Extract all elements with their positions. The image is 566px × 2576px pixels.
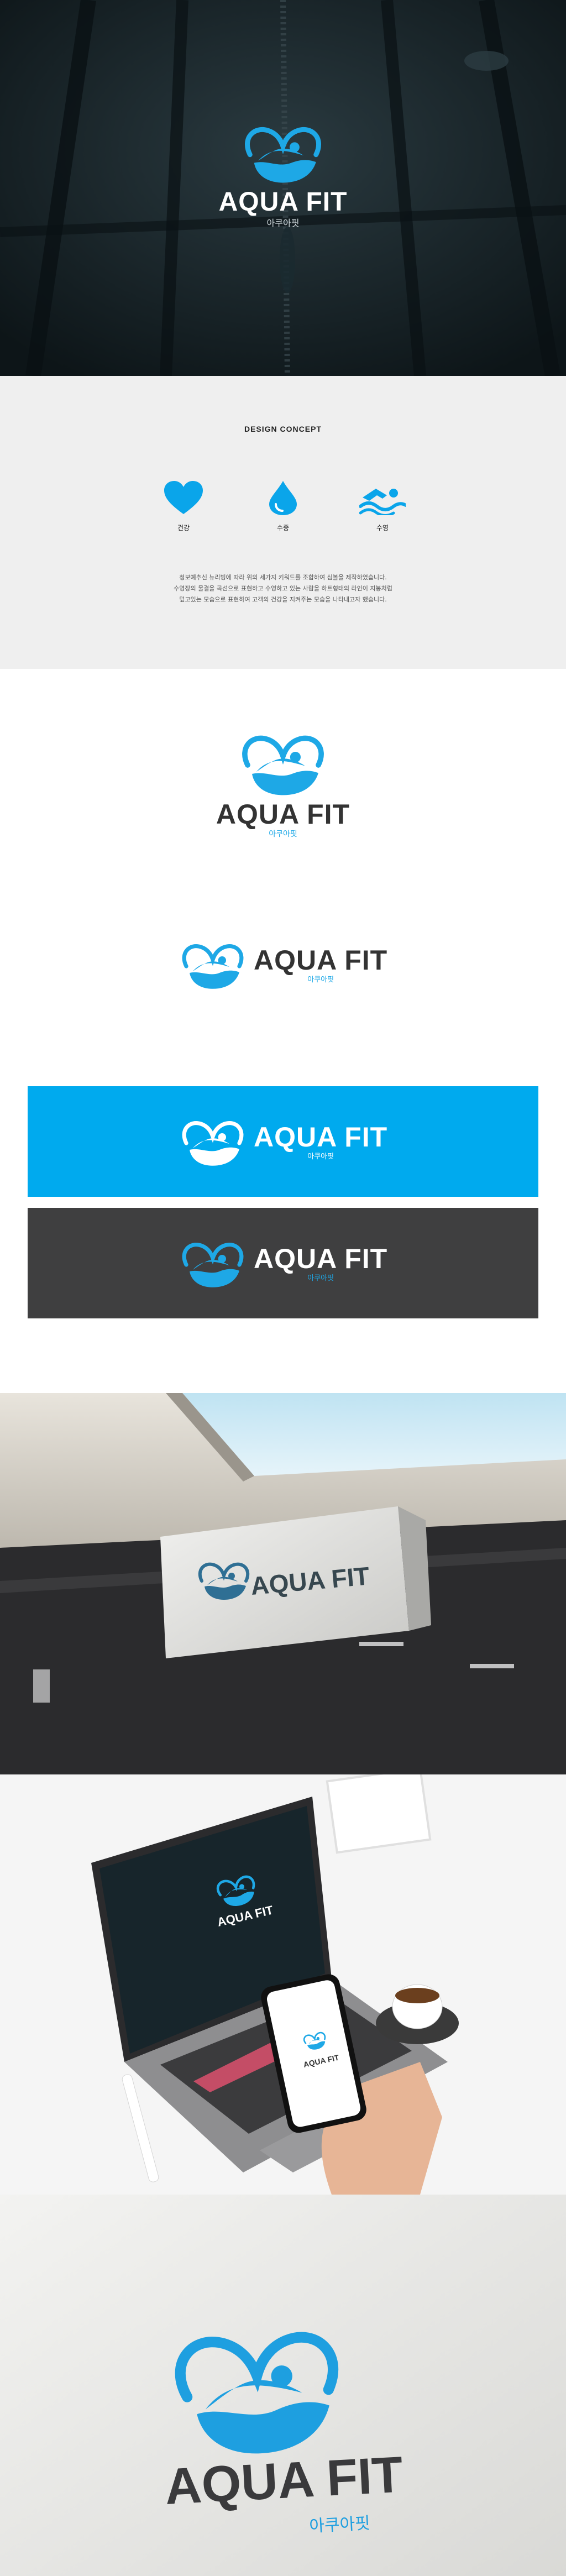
swimmer-icon (359, 489, 406, 515)
water-drop-icon (269, 481, 297, 515)
concept-description-line: 수영장의 물결을 곡선으로 표현하고 수영하고 있는 사람을 하트형태의 라인이… (174, 585, 392, 592)
brand-wordmark: AQUA FIT (216, 799, 350, 830)
hanging-sign-mockup: AQUA FIT (0, 1393, 566, 1774)
logo-on-blue-panel: AQUA FIT 아쿠아핏 (28, 1086, 538, 1197)
brand-name-korean: 아쿠아핏 (307, 975, 334, 984)
aqua-fit-symbol-icon (180, 1117, 246, 1166)
concept-item-underwater: 수중 (255, 481, 311, 532)
horizontal-logo-dark: AQUA FIT 아쿠아핏 (180, 1238, 387, 1288)
aqua-fit-symbol-icon (239, 730, 327, 796)
horizontal-logo: AQUA FIT 아쿠아핏 (180, 940, 387, 989)
horizontal-logo-text: AQUA FIT 아쿠아핏 (254, 1123, 387, 1160)
laptop-phone-mockup: AQUA FIT AQUA FIT (0, 1774, 566, 2195)
concept-description-line: 청보예추신 뉴리빙에 따라 위의 세가지 키워드를 조합하여 심볼을 제작하였습… (179, 574, 387, 581)
hanging-sign-mockup-image: AQUA FIT (0, 1393, 566, 1774)
brand-wordmark: AQUA FIT (254, 944, 388, 976)
brand-wordmark: AQUA FIT (254, 1121, 388, 1153)
aqua-fit-symbol-icon (242, 122, 324, 184)
stacked-logo: AQUA FIT 아쿠아핏 (0, 730, 566, 838)
concept-item-health: 건강 (156, 481, 211, 532)
concept-label-underwater: 수중 (276, 524, 290, 532)
concept-label-swimming: 수영 (376, 524, 389, 532)
horizontal-logo-reversed: AQUA FIT 아쿠아핏 (180, 1117, 387, 1166)
hero-logo: AQUA FIT 아쿠아핏 (0, 122, 566, 228)
paper-wordmark-korean: 아쿠아핏 (309, 2514, 371, 2536)
embossed-paper-mockup-image: AQUA FIT 아쿠아핏 (0, 2195, 566, 2576)
brand-wordmark: AQUA FIT (254, 1243, 388, 1274)
concept-item-swimming: 수영 (355, 481, 410, 532)
brand-wordmark: AQUA FIT (218, 187, 348, 217)
horizontal-logo-text: AQUA FIT 아쿠아핏 (254, 1245, 387, 1282)
concept-icons: 건강 수중 수영 (0, 481, 566, 532)
logo-on-dark-panel: AQUA FIT 아쿠아핏 (28, 1208, 538, 1318)
laptop-phone-mockup-image: AQUA FIT AQUA FIT (0, 1774, 566, 2195)
concept-title: DESIGN CONCEPT (244, 425, 322, 433)
brand-name-korean: 아쿠아핏 (269, 830, 297, 839)
aqua-fit-symbol-icon (180, 940, 246, 989)
primary-logo-section: AQUA FIT 아쿠아핏 (0, 669, 566, 890)
concept-description-line: 덮고있는 모습으로 표현하여 고객의 건강을 지켜주는 모습을 나타내고자 했습… (179, 596, 387, 603)
concept-label-health: 건강 (177, 524, 190, 532)
design-concept-section: DESIGN CONCEPT 건강 수중 수영 청보예추신 뉴리빙에 따라 위의… (0, 376, 566, 669)
heart-icon (164, 481, 203, 514)
brand-name-korean: 아쿠아핏 (307, 1152, 334, 1161)
hero-banner: AQUA FIT 아쿠아핏 (0, 0, 566, 376)
brand-name-korean: 아쿠아핏 (307, 1274, 334, 1282)
concept-description: 청보예추신 뉴리빙에 따라 위의 세가지 키워드를 조합하여 심볼을 제작하였습… (0, 572, 566, 605)
embossed-paper-mockup: AQUA FIT 아쿠아핏 (0, 2195, 566, 2576)
brand-name-korean: 아쿠아핏 (266, 218, 300, 228)
horizontal-logo-section: AQUA FIT 아쿠아핏 (0, 890, 566, 1072)
horizontal-logo-text: AQUA FIT 아쿠아핏 (254, 946, 387, 983)
aqua-fit-symbol-icon (180, 1238, 246, 1288)
